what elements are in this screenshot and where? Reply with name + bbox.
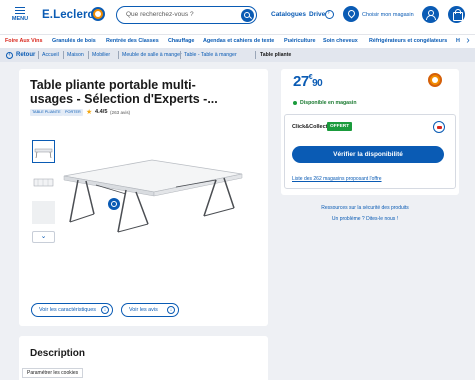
category-nav: Foire Aux Vins Granulés de bois Rentrée … bbox=[0, 34, 475, 49]
search-bar bbox=[116, 6, 257, 24]
product-tag[interactable]: TABLE PLIANTE bbox=[30, 109, 63, 116]
divider bbox=[88, 51, 89, 59]
menu-label: MENU bbox=[11, 16, 29, 22]
breadcrumb-current: Table pliante bbox=[260, 52, 292, 58]
stores-list-link[interactable]: Liste des 262 magasins proposant l'offre bbox=[292, 176, 382, 182]
product-image[interactable] bbox=[56, 140, 248, 240]
back-arrow-icon[interactable]: ‹ bbox=[6, 51, 13, 59]
breadcrumb-item[interactable]: Accueil bbox=[42, 52, 59, 58]
rating-score[interactable]: 4.4/5 bbox=[95, 109, 107, 115]
view-features-button[interactable]: Voir les caractéristiques ↓ bbox=[31, 303, 113, 317]
cart-icon[interactable] bbox=[448, 6, 465, 23]
zoom-icon[interactable] bbox=[108, 198, 120, 210]
category-item[interactable]: Chauffage bbox=[168, 38, 194, 44]
report-problem-link[interactable]: Un problème ? Dites-le nous ! bbox=[270, 216, 460, 222]
divider bbox=[38, 51, 39, 59]
offert-badge: OFFERT bbox=[327, 122, 353, 131]
arrow-down-icon: ↓ bbox=[167, 306, 175, 314]
price-cents: 90 bbox=[312, 78, 323, 89]
category-item[interactable]: Agendas et cahiers de texte bbox=[203, 38, 274, 44]
category-item[interactable]: Granulés de bois bbox=[52, 38, 96, 44]
price-int: 27 bbox=[293, 73, 309, 90]
product-thumbnail[interactable] bbox=[32, 171, 55, 194]
click-collect-label: Click&Collect bbox=[292, 124, 328, 130]
status-dot-icon bbox=[293, 101, 297, 105]
category-item[interactable]: Rentrée des Classes bbox=[106, 38, 159, 44]
location-pin-icon[interactable] bbox=[343, 6, 359, 22]
chevron-down-icon[interactable]: ⌄ bbox=[32, 231, 55, 243]
description-title: Description bbox=[30, 348, 86, 359]
site-header: MENU E.Leclerc Catalogues Drive Choisir … bbox=[0, 0, 475, 34]
product-thumbnail[interactable] bbox=[32, 201, 55, 224]
breadcrumb: ‹ Retour Accueil Maison Mobilier Meuble … bbox=[0, 48, 475, 62]
rating-count[interactable]: (263 avis) bbox=[110, 110, 130, 115]
star-icon: ★ bbox=[86, 109, 93, 116]
breadcrumb-item[interactable]: Mobilier bbox=[92, 52, 110, 58]
category-item[interactable]: Puériculture bbox=[284, 38, 315, 44]
leclerc-logo-icon[interactable] bbox=[91, 7, 105, 21]
check-availability-button[interactable]: Vérifier la disponibilité bbox=[292, 146, 444, 163]
divider bbox=[180, 51, 181, 59]
product-thumbnail[interactable] bbox=[32, 140, 55, 163]
drive-link[interactable]: Drive bbox=[309, 11, 325, 18]
category-item[interactable]: H bbox=[456, 38, 460, 44]
product-tag[interactable]: PORTER bbox=[63, 109, 83, 116]
category-item[interactable]: Soin cheveux bbox=[323, 38, 358, 44]
product-title: Table pliante portable multi-usages - Sé… bbox=[30, 78, 218, 106]
price: 27€90 bbox=[293, 73, 323, 90]
safety-resources-link[interactable]: Ressources sur la sécurité des produits bbox=[270, 205, 460, 211]
view-reviews-label: Voir les avis bbox=[129, 307, 158, 313]
hamburger-icon bbox=[15, 7, 25, 14]
breadcrumb-item[interactable]: Table - Table à manger bbox=[184, 52, 237, 58]
arrow-down-icon: ↓ bbox=[101, 306, 109, 314]
back-link[interactable]: Retour bbox=[16, 52, 35, 58]
divider bbox=[63, 51, 64, 59]
click-collect-icon bbox=[433, 121, 445, 133]
catalogues-link[interactable]: Catalogues bbox=[271, 11, 306, 18]
choose-store-link[interactable]: Choisir mon magasin bbox=[362, 12, 414, 18]
account-icon[interactable] bbox=[422, 6, 439, 23]
breadcrumb-item[interactable]: Maison bbox=[67, 52, 84, 58]
availability-status: Disponible en magasin bbox=[300, 100, 357, 106]
chevron-right-icon[interactable]: › bbox=[461, 35, 475, 49]
cookie-settings-button[interactable]: Paramétrer les cookies bbox=[22, 368, 84, 378]
menu-button[interactable]: MENU bbox=[9, 7, 31, 22]
search-input[interactable] bbox=[126, 11, 236, 18]
divider bbox=[118, 51, 119, 59]
category-item[interactable]: Foire Aux Vins bbox=[5, 38, 42, 44]
breadcrumb-item[interactable]: Meuble de salle à manger bbox=[122, 52, 182, 58]
category-item[interactable]: Réfrigérateurs et congélateurs bbox=[369, 38, 447, 44]
chevron-right-icon[interactable] bbox=[325, 9, 334, 19]
brand-badge-icon bbox=[428, 73, 442, 87]
view-features-label: Voir les caractéristiques bbox=[39, 307, 96, 313]
view-reviews-button[interactable]: Voir les avis ↓ bbox=[121, 303, 179, 317]
search-icon[interactable] bbox=[241, 8, 254, 22]
logo[interactable]: E.Leclerc bbox=[42, 9, 94, 21]
divider bbox=[255, 51, 256, 59]
